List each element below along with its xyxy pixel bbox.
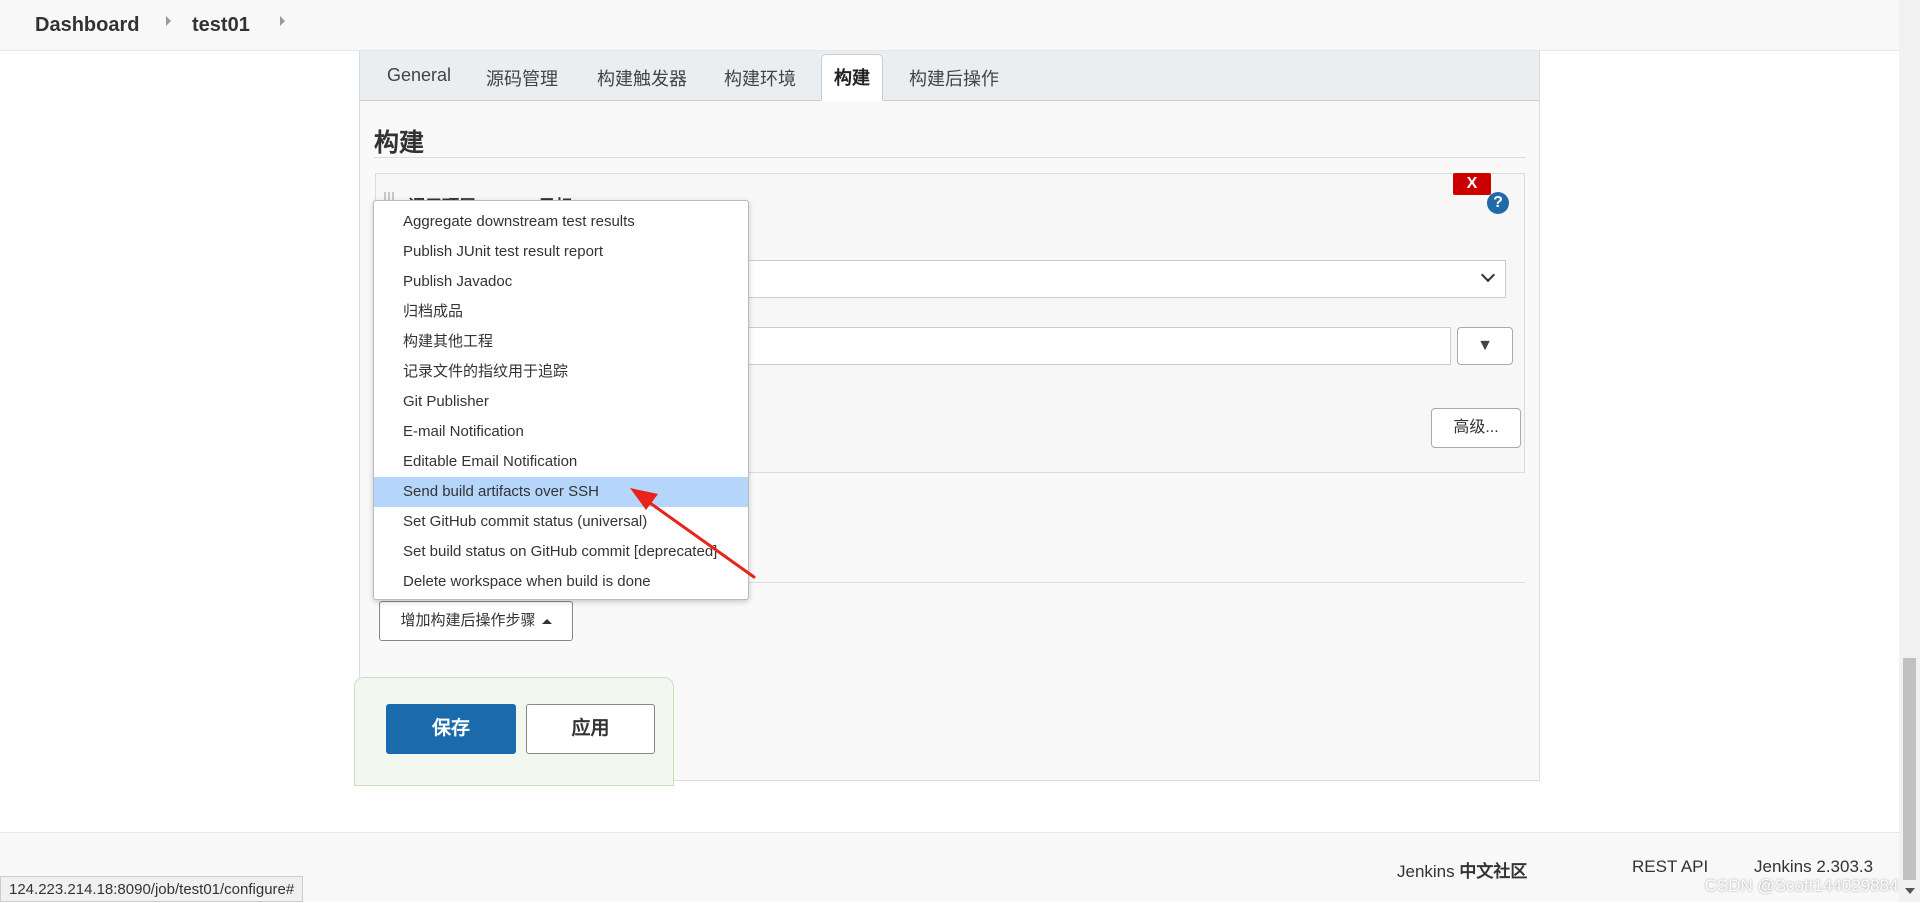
- help-icon[interactable]: ?: [1487, 192, 1509, 214]
- jenkins-version-link[interactable]: Jenkins 2.303.3: [1754, 857, 1873, 877]
- watermark: CSDN @Scott1440298847: [1704, 876, 1908, 895]
- breadcrumb-dashboard[interactable]: Dashboard: [35, 14, 139, 37]
- menu-item[interactable]: 归档成品: [374, 297, 748, 327]
- advanced-button[interactable]: 高级...: [1431, 408, 1521, 448]
- save-button[interactable]: 保存: [386, 704, 516, 754]
- rest-api-link[interactable]: REST API: [1632, 857, 1708, 877]
- breadcrumb-chevron-icon[interactable]: [280, 16, 285, 26]
- tab-triggers[interactable]: 构建触发器: [597, 65, 687, 91]
- maven-version-select[interactable]: [696, 260, 1506, 298]
- menu-item[interactable]: 构建其他工程: [374, 327, 748, 357]
- tab-build-env[interactable]: 构建环境: [724, 65, 796, 91]
- tab-general[interactable]: General: [387, 65, 451, 86]
- save-apply-panel: 保存 应用: [354, 677, 674, 786]
- menu-item[interactable]: E-mail Notification: [374, 417, 748, 447]
- delete-step-button[interactable]: X: [1453, 173, 1491, 195]
- community-link[interactable]: Jenkins 中文社区: [1397, 857, 1527, 882]
- goals-input[interactable]: [696, 327, 1451, 365]
- annotation-arrow-icon: [630, 488, 756, 579]
- tab-scm[interactable]: 源码管理: [486, 65, 558, 91]
- status-url: 124.223.214.18:8090/job/test01/configure…: [0, 876, 304, 902]
- menu-item[interactable]: Publish Javadoc: [374, 267, 748, 297]
- apply-button[interactable]: 应用: [526, 704, 655, 754]
- tab-build[interactable]: 构建: [821, 54, 883, 101]
- scroll-down-arrow-icon[interactable]: [1905, 888, 1915, 894]
- section-divider: [374, 157, 1526, 158]
- section-title: 构建: [374, 129, 425, 157]
- community-strong: 中文社区: [1459, 862, 1528, 881]
- tab-post-build[interactable]: 构建后操作: [909, 65, 999, 91]
- scrollbar-thumb[interactable]: [1903, 658, 1916, 880]
- menu-item[interactable]: 记录文件的指纹用于追踪: [374, 357, 748, 387]
- chevron-down-icon: [1480, 267, 1496, 283]
- add-post-build-step-button[interactable]: 增加构建后操作步骤: [379, 601, 573, 641]
- breadcrumb-job[interactable]: test01: [192, 14, 250, 37]
- add-post-build-step-label: 增加构建后操作步骤: [400, 612, 536, 629]
- caret-up-icon: [541, 618, 552, 624]
- config-tabbar: General 源码管理 构建触发器 构建环境 构建 构建后操作: [360, 51, 1539, 101]
- menu-item[interactable]: Aggregate downstream test results: [374, 207, 748, 237]
- menu-item[interactable]: Editable Email Notification: [374, 447, 748, 477]
- menu-item[interactable]: Publish JUnit test result report: [374, 237, 748, 267]
- menu-item[interactable]: Git Publisher: [374, 387, 748, 417]
- expand-input-button[interactable]: ▼: [1457, 327, 1513, 365]
- breadcrumb: Dashboard test01: [0, 0, 1920, 51]
- community-prefix: Jenkins: [1397, 862, 1455, 881]
- breadcrumb-chevron-icon[interactable]: [166, 16, 171, 26]
